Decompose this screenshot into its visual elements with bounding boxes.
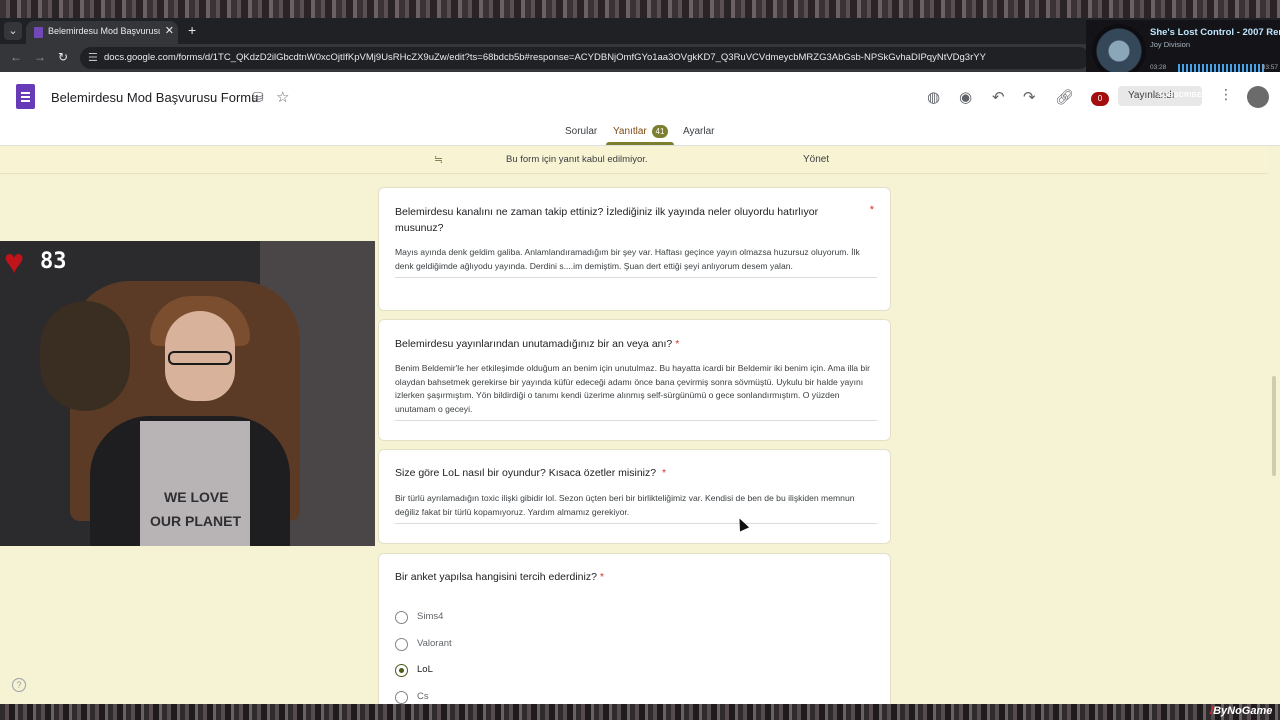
required-asterisk: * xyxy=(599,571,604,583)
question-card: Belemirdesu yayınlarından unutamadığınız… xyxy=(378,319,891,441)
url-text: docs.google.com/forms/d/1TC_QKdzD2ilGbcd… xyxy=(104,52,986,63)
song-time-total: 03:57 xyxy=(1261,64,1278,71)
tab-title: Belemirdesu Mod Başvurusu Fo xyxy=(48,26,160,36)
answer-text: Mayıs ayında denk geldim galiba. Anlamla… xyxy=(395,246,877,278)
song-time-elapsed: 03:28 xyxy=(1150,64,1167,71)
sponsor-watermark: /ByNoGame xyxy=(1210,705,1272,717)
radio-button[interactable] xyxy=(395,691,408,704)
responses-off-icon: ≒ xyxy=(434,154,444,166)
option-label: Sims4 xyxy=(417,611,444,622)
question-text: Size göre LoL nasıl bir oyundur? Kısaca … xyxy=(395,467,657,479)
tab-settings[interactable]: Ayarlar xyxy=(683,126,715,137)
star-icon[interactable]: ☆ xyxy=(276,88,289,106)
question-title: Size göre LoL nasıl bir oyundur? Kısaca … xyxy=(395,465,855,481)
palette-icon[interactable]: ◍ xyxy=(927,88,940,106)
question-title: Belemirdesu yayınlarından unutamadığınız… xyxy=(395,336,855,352)
question-title: Bir anket yapılsa hangisini tercih ederd… xyxy=(395,569,855,585)
required-asterisk: * xyxy=(661,467,667,479)
back-arrow-icon[interactable]: ← xyxy=(10,50,22,64)
shirt-print-line2: OUR PLANET xyxy=(150,513,241,529)
heart-icon: ♥ xyxy=(4,243,25,281)
new-tab-icon[interactable]: + xyxy=(188,22,196,38)
question-card: Size göre LoL nasıl bir oyundur? Kısaca … xyxy=(378,449,891,544)
tab-close-icon[interactable]: ✕ xyxy=(165,24,174,37)
form-tabs: Sorular Yanıtlar 41 Ayarlar xyxy=(0,124,1280,146)
browser-tab[interactable]: Belemirdesu Mod Başvurusu Fo ✕ xyxy=(26,21,178,44)
forms-favicon-icon xyxy=(34,27,43,38)
webcam-glasses xyxy=(168,351,232,365)
move-to-folder-icon[interactable]: ⛁ xyxy=(252,89,264,106)
question-text: Belemirdesu kanalını ne zaman takip etti… xyxy=(395,206,819,234)
option-label: Cs xyxy=(417,691,429,702)
song-title: She's Lost Control - 2007 Rem xyxy=(1150,27,1280,38)
webcam-hood xyxy=(40,301,130,411)
question-card: Belemirdesu kanalını ne zaman takip etti… xyxy=(378,187,891,311)
tab-search-chevron-icon[interactable]: ⌄ xyxy=(4,22,22,40)
shirt-print-line1: WE LOVE xyxy=(164,489,229,505)
answer-text: Benim Beldemir'le her etkileşimde olduğu… xyxy=(395,362,877,421)
manage-button[interactable]: Yönet xyxy=(803,154,829,165)
help-icon[interactable]: ? xyxy=(12,678,26,692)
more-options-icon[interactable]: ⋮ xyxy=(1219,86,1233,103)
scrollbar-thumb[interactable] xyxy=(1272,376,1276,476)
webcam-overlay: WE LOVE OUR PLANET ♥ 83 xyxy=(0,241,375,546)
forms-header: Belemirdesu Mod Başvurusu Formu ⛁ ☆ ◍ ◉ … xyxy=(0,72,1280,146)
required-asterisk: * xyxy=(675,338,680,350)
song-artist: Joy Division xyxy=(1150,40,1191,49)
subscribers-overlay-text: SUBSCRIBERS xyxy=(1158,92,1213,99)
tab-questions[interactable]: Sorular xyxy=(565,126,597,137)
reload-icon[interactable]: ↻ xyxy=(58,50,68,64)
watermark-text: ByNoGame xyxy=(1213,705,1273,717)
question-card: Bir anket yapılsa hangisini tercih ederd… xyxy=(378,553,891,713)
responses-closed-banner: ≒ Bu form için yanıt kabul edilmiyor. Yö… xyxy=(0,146,1268,174)
radio-button[interactable] xyxy=(395,638,408,651)
stream-noise-border-top xyxy=(0,0,1280,18)
responses-count-badge: 41 xyxy=(652,125,668,138)
active-tab-indicator xyxy=(606,142,674,145)
avatar[interactable] xyxy=(1247,86,1269,108)
collaborator-badge: 0 xyxy=(1091,92,1109,106)
site-info-icon[interactable]: ☰ xyxy=(88,51,98,64)
form-title[interactable]: Belemirdesu Mod Başvurusu Formu xyxy=(51,90,258,105)
tab-responses[interactable]: Yanıtlar xyxy=(613,126,647,137)
radio-button[interactable] xyxy=(395,611,408,624)
banner-text: Bu form için yanıt kabul edilmiyor. xyxy=(506,154,648,165)
hp-counter: 83 xyxy=(40,249,67,274)
stream-noise-border-bottom xyxy=(0,704,1280,720)
forward-arrow-icon[interactable]: → xyxy=(34,50,46,64)
required-asterisk: * xyxy=(869,204,874,216)
google-forms-logo-icon[interactable] xyxy=(16,84,35,109)
album-art xyxy=(1092,24,1146,78)
address-bar[interactable]: ☰ docs.google.com/forms/d/1TC_QKdzD2ilGb… xyxy=(80,47,1090,69)
published-button[interactable]: Yayınlandı SUBSCRIBERS xyxy=(1118,86,1212,106)
preview-eye-icon[interactable]: ◉ xyxy=(959,88,972,106)
undo-icon[interactable]: ↶ xyxy=(992,88,1005,106)
option-label: Valorant xyxy=(417,638,452,649)
link-icon[interactable]: 🔗︎ xyxy=(1055,88,1074,106)
question-text: Belemirdesu yayınlarından unutamadığınız… xyxy=(395,338,673,350)
radio-button-selected[interactable] xyxy=(395,664,408,677)
option-label: LoL xyxy=(417,664,433,675)
audio-visualizer xyxy=(1178,64,1266,72)
redo-icon[interactable]: ↷ xyxy=(1023,88,1036,106)
question-text: Bir anket yapılsa hangisini tercih ederd… xyxy=(395,571,597,583)
answer-text: Bir türlü ayrılamadığın toxic ilişki gib… xyxy=(395,492,877,524)
